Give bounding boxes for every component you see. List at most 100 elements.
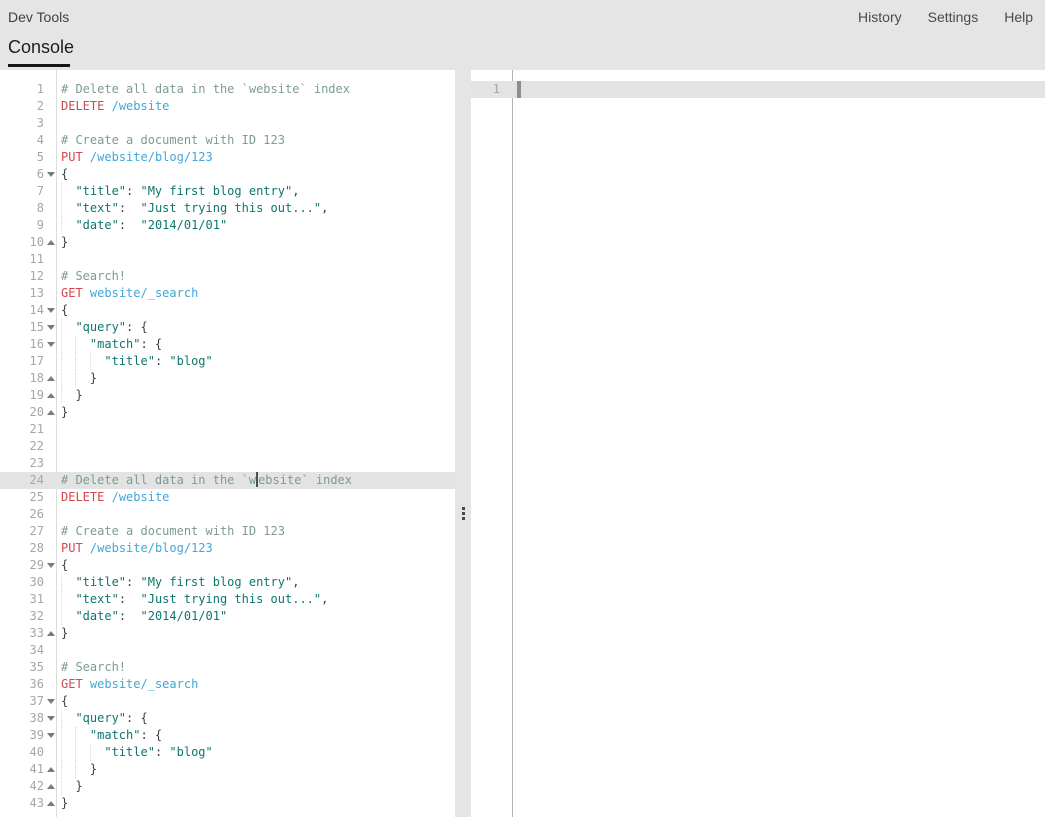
code-line-content[interactable]: { [57,557,455,574]
fold-open-icon[interactable] [44,342,57,347]
fold-close-icon[interactable] [44,784,57,789]
code-line-content[interactable]: { [57,693,455,710]
line-gutter[interactable]: 25 [0,489,57,506]
line-gutter[interactable]: 17 [0,353,57,370]
line-gutter[interactable]: 13 [0,285,57,302]
nav-settings[interactable]: Settings [928,9,979,25]
line-gutter[interactable]: 16 [0,336,57,353]
line-gutter[interactable]: 19 [0,387,57,404]
fold-close-icon[interactable] [44,631,57,636]
code-line-content[interactable]: "title": "blog" [57,744,455,761]
fold-open-icon[interactable] [44,308,57,313]
line-gutter[interactable]: 35 [0,659,57,676]
line-gutter[interactable]: 15 [0,319,57,336]
request-editor[interactable]: 1# Delete all data in the `website` inde… [0,70,455,817]
code-line-content[interactable]: } [57,761,455,778]
code-line-content[interactable]: "date": "2014/01/01" [57,217,455,234]
line-gutter[interactable]: 32 [0,608,57,625]
code-line-content[interactable] [57,438,455,455]
fold-close-icon[interactable] [44,240,57,245]
tab-console[interactable]: Console [8,37,74,58]
line-gutter[interactable]: 9 [0,217,57,234]
code-line-content[interactable]: } [57,795,455,812]
code-line-content[interactable]: # Delete all data in the `website` index [57,81,455,98]
line-gutter[interactable]: 6 [0,166,57,183]
line-gutter[interactable]: 14 [0,302,57,319]
code-line-content[interactable]: "title": "blog" [57,353,455,370]
fold-close-icon[interactable] [44,767,57,772]
line-gutter[interactable]: 12 [0,268,57,285]
code-line-content[interactable]: } [57,625,455,642]
fold-open-icon[interactable] [44,325,57,330]
line-gutter[interactable]: 37 [0,693,57,710]
fold-close-icon[interactable] [44,376,57,381]
line-gutter[interactable]: 28 [0,540,57,557]
code-line-content[interactable]: } [57,387,455,404]
code-line-content[interactable] [57,506,455,523]
fold-open-icon[interactable] [44,733,57,738]
fold-open-icon[interactable] [44,172,57,177]
line-gutter[interactable]: 23 [0,455,57,472]
code-line-content[interactable] [57,642,455,659]
line-gutter[interactable]: 11 [0,251,57,268]
code-line-content[interactable]: DELETE /website [57,98,455,115]
fold-open-icon[interactable] [44,563,57,568]
nav-help[interactable]: Help [1004,9,1033,25]
line-gutter[interactable]: 27 [0,523,57,540]
code-line-content[interactable] [57,115,455,132]
code-line-content[interactable]: # Search! [57,659,455,676]
line-gutter[interactable]: 8 [0,200,57,217]
code-line-content[interactable]: "date": "2014/01/01" [57,608,455,625]
line-gutter[interactable]: 34 [0,642,57,659]
code-line-content[interactable] [513,81,1045,98]
code-line-content[interactable]: { [57,302,455,319]
line-gutter[interactable]: 24 [0,472,57,489]
line-gutter[interactable]: 30 [0,574,57,591]
code-line-content[interactable]: "text": "Just trying this out...", [57,200,455,217]
line-gutter[interactable]: 20 [0,404,57,421]
code-line-content[interactable]: } [57,404,455,421]
code-line-content[interactable]: "text": "Just trying this out...", [57,591,455,608]
code-line-content[interactable]: "match": { [57,727,455,744]
line-gutter[interactable]: 42 [0,778,57,795]
line-gutter[interactable]: 43 [0,795,57,812]
line-gutter[interactable]: 39 [0,727,57,744]
code-line-content[interactable]: # Create a document with ID 123 [57,132,455,149]
fold-open-icon[interactable] [44,699,57,704]
line-gutter[interactable]: 1 [0,81,57,98]
line-gutter[interactable]: 33 [0,625,57,642]
line-gutter[interactable]: 10 [0,234,57,251]
code-line-content[interactable]: } [57,234,455,251]
line-gutter[interactable]: 5 [0,149,57,166]
fold-close-icon[interactable] [44,801,57,806]
line-gutter[interactable]: 21 [0,421,57,438]
fold-close-icon[interactable] [44,410,57,415]
code-line-content[interactable] [57,455,455,472]
line-gutter[interactable]: 2 [0,98,57,115]
code-line-content[interactable]: "query": { [57,319,455,336]
fold-close-icon[interactable] [44,393,57,398]
code-line-content[interactable]: DELETE /website [57,489,455,506]
code-line-content[interactable]: GET website/_search [57,676,455,693]
line-gutter[interactable]: 1 [471,81,513,98]
line-gutter[interactable]: 40 [0,744,57,761]
line-gutter[interactable]: 3 [0,115,57,132]
code-line-content[interactable]: "match": { [57,336,455,353]
code-line-content[interactable]: "title": "My first blog entry", [57,183,455,200]
line-gutter[interactable]: 36 [0,676,57,693]
line-gutter[interactable]: 41 [0,761,57,778]
line-gutter[interactable]: 29 [0,557,57,574]
line-gutter[interactable]: 31 [0,591,57,608]
code-line-content[interactable]: PUT /website/blog/123 [57,540,455,557]
line-gutter[interactable]: 4 [0,132,57,149]
line-gutter[interactable]: 38 [0,710,57,727]
code-line-content[interactable]: # Create a document with ID 123 [57,523,455,540]
nav-history[interactable]: History [858,9,902,25]
fold-open-icon[interactable] [44,716,57,721]
code-line-content[interactable]: GET website/_search [57,285,455,302]
pane-resizer[interactable] [455,70,471,817]
line-gutter[interactable]: 26 [0,506,57,523]
response-editor[interactable]: 1 [471,70,1045,817]
code-line-content[interactable]: PUT /website/blog/123 [57,149,455,166]
code-line-content[interactable]: } [57,778,455,795]
